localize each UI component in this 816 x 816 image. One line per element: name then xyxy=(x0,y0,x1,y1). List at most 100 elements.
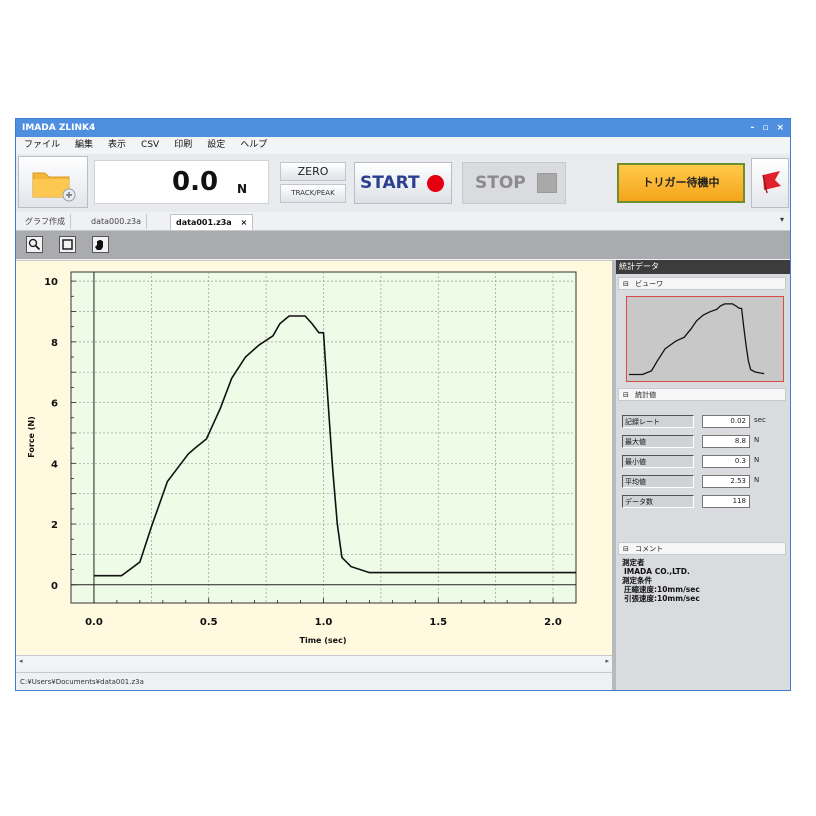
menu-bar: ファイル 編集 表示 CSV 印刷 設定 ヘルプ xyxy=(16,137,790,154)
stop-label: STOP xyxy=(475,173,526,193)
stats-label: 統計値 xyxy=(635,391,657,399)
stat-label: データ数 xyxy=(622,495,694,508)
tab-close-icon[interactable]: × xyxy=(241,218,248,227)
menu-print[interactable]: 印刷 xyxy=(174,137,192,154)
stat-row-count: データ数 118 xyxy=(622,495,788,509)
menu-view[interactable]: 表示 xyxy=(108,137,126,154)
status-bar: C:¥Users¥Documents¥data001.z3a xyxy=(16,672,612,690)
y-tick-label: 4 xyxy=(51,459,58,470)
force-unit: N xyxy=(237,182,248,196)
y-axis-label: Force (N) xyxy=(27,416,36,458)
pan-button[interactable] xyxy=(92,236,109,253)
comment-text[interactable]: 測定者 IMADA CO.,LTD. 測定条件 圧縮速度:10mm/sec 引張… xyxy=(618,556,788,688)
fit-button[interactable] xyxy=(59,236,76,253)
stat-value: 0.02 xyxy=(702,415,750,428)
tab-data000[interactable]: data000.z3a xyxy=(86,214,148,229)
scroll-right-arrow-icon[interactable]: ▸ xyxy=(605,657,609,665)
comment-line: 圧縮速度:10mm/sec xyxy=(624,585,700,594)
y-tick-label: 2 xyxy=(51,520,58,531)
x-tick-label: 1.0 xyxy=(315,617,333,628)
y-tick-label: 8 xyxy=(51,338,58,349)
y-tick-label: 0 xyxy=(51,581,58,592)
zoom-button[interactable] xyxy=(26,236,43,253)
stat-value: 0.3 xyxy=(702,455,750,468)
collapse-icon[interactable]: ⊟ xyxy=(623,545,629,553)
tab-data001[interactable]: data001.z3a × xyxy=(170,214,254,230)
comment-section-header[interactable]: ⊟ コメント xyxy=(618,542,786,555)
menu-help[interactable]: ヘルプ xyxy=(240,137,267,154)
stat-value: 2.53 xyxy=(702,475,750,488)
stat-row-rate: 記録レート 0.02 sec xyxy=(622,415,788,429)
scroll-left-arrow-icon[interactable]: ◂ xyxy=(19,657,23,665)
fit-icon xyxy=(62,239,73,250)
stats-section-header[interactable]: ⊟ 統計値 xyxy=(618,388,786,401)
x-tick-label: 0.5 xyxy=(200,617,218,628)
start-button[interactable]: START xyxy=(354,162,452,204)
file-path: C:¥Users¥Documents¥data001.z3a xyxy=(20,678,144,686)
panel-header: 統計データ xyxy=(616,260,790,274)
zero-button[interactable]: ZERO xyxy=(280,162,346,181)
x-tick-label: 2.0 xyxy=(544,617,562,628)
window-title: IMADA ZLINK4 xyxy=(22,123,96,133)
trigger-standby-button[interactable]: トリガー待機中 xyxy=(617,163,745,203)
force-readout: 0.0 N xyxy=(94,160,269,204)
preview-curve-line xyxy=(629,303,765,376)
preview-viewer[interactable] xyxy=(626,296,784,382)
tab-label: グラフ作成 xyxy=(25,217,65,226)
stat-unit: N xyxy=(754,476,760,484)
graph-toolbar xyxy=(16,231,790,259)
stat-value: 8.8 xyxy=(702,435,750,448)
menu-settings[interactable]: 設定 xyxy=(207,137,225,154)
tab-overflow-chevron-icon[interactable]: ▾ xyxy=(780,215,784,224)
track-peak-button[interactable]: TRACK/PEAK xyxy=(280,184,346,203)
comment-line: 測定条件 xyxy=(622,576,652,585)
title-bar: IMADA ZLINK4 - ▫ × xyxy=(16,119,790,137)
comment-line: 引張速度:10mm/sec xyxy=(624,594,700,603)
tab-label: data001.z3a xyxy=(176,218,232,227)
stat-unit: N xyxy=(754,436,760,444)
stat-value: 118 xyxy=(702,495,750,508)
y-tick-label: 6 xyxy=(51,399,58,410)
flag-button[interactable] xyxy=(751,158,789,208)
flag-icon xyxy=(762,171,781,194)
force-value: 0.0 xyxy=(172,167,219,197)
y-tick-label: 10 xyxy=(44,277,58,288)
tab-create-graph[interactable]: グラフ作成 xyxy=(20,214,71,229)
comment-line: 測定者 xyxy=(622,558,645,567)
start-label: START xyxy=(360,173,420,193)
comment-line: IMADA CO.,LTD. xyxy=(624,567,690,576)
viewer-section-header[interactable]: ⊟ ビューワ xyxy=(618,277,786,290)
menu-csv[interactable]: CSV xyxy=(141,137,159,154)
stat-label: 最大値 xyxy=(622,435,694,448)
collapse-icon[interactable]: ⊟ xyxy=(623,280,629,288)
stat-label: 最小値 xyxy=(622,455,694,468)
graph-area[interactable]: 0 2 4 6 8 10 0.0 0.5 1.0 1.5 2.0 Time (sec) Force … xyxy=(16,260,612,656)
menu-file[interactable]: ファイル xyxy=(24,137,60,154)
stat-row-average: 平均値 2.53 N xyxy=(622,475,788,489)
x-tick-label: 1.5 xyxy=(429,617,447,628)
close-window-button[interactable]: × xyxy=(776,119,784,137)
horizontal-scrollbar[interactable]: ◂ ▸ xyxy=(16,655,612,668)
preview-thumbnail xyxy=(629,303,765,376)
collapse-icon[interactable]: ⊟ xyxy=(623,391,629,399)
statistics-panel: 統計データ ⊟ ビューワ ⊟ 統計値 記録レート 0.02 sec 最大値 8.… xyxy=(616,260,790,690)
stat-label: 記録レート xyxy=(622,415,694,428)
stop-square-icon xyxy=(537,173,557,193)
comment-label: コメント xyxy=(635,545,664,553)
x-tick-label: 0.0 xyxy=(85,617,103,628)
viewer-label: ビューワ xyxy=(635,280,664,288)
stat-label: 平均値 xyxy=(622,475,694,488)
force-time-chart[interactable]: 0 2 4 6 8 10 0.0 0.5 1.0 1.5 2.0 Time (sec) Force … xyxy=(16,261,612,656)
tab-label: data000.z3a xyxy=(91,217,142,226)
toolbar: 0.0 N ZERO TRACK/PEAK START STOP トリガー待機中 xyxy=(16,154,790,213)
x-axis-label: Time (sec) xyxy=(300,636,347,645)
stat-row-min: 最小値 0.3 N xyxy=(622,455,788,469)
open-folder-button[interactable] xyxy=(18,156,88,208)
minimize-button[interactable]: - xyxy=(751,119,755,137)
stop-button[interactable]: STOP xyxy=(462,162,566,204)
document-tabs: グラフ作成 data000.z3a data001.z3a × ▾ xyxy=(16,212,790,231)
maximize-button[interactable]: ▫ xyxy=(762,119,768,137)
zoom-icon xyxy=(28,238,41,251)
menu-edit[interactable]: 編集 xyxy=(75,137,93,154)
app-window: IMADA ZLINK4 - ▫ × ファイル 編集 表示 CSV 印刷 設定 … xyxy=(15,118,791,691)
